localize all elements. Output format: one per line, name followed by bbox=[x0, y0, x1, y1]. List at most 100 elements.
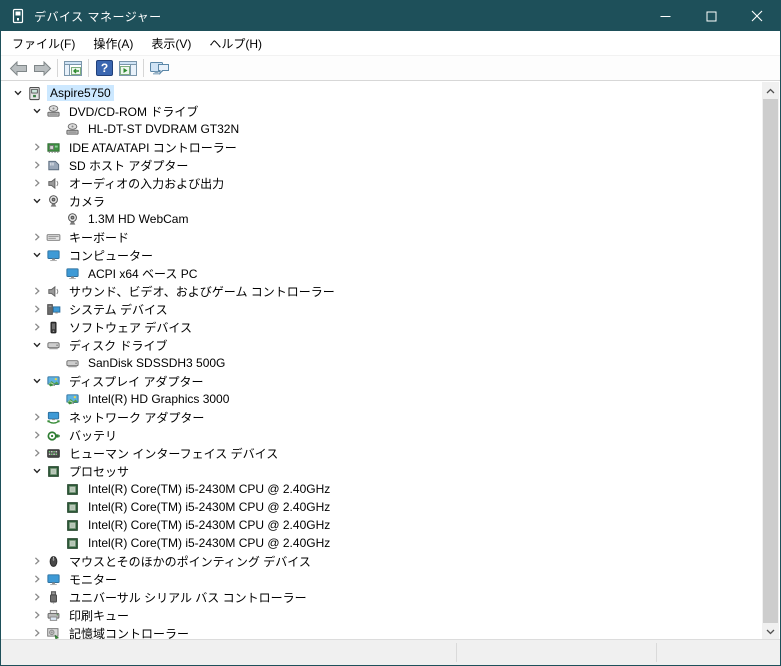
tree-row[interactable]: Aspire5750 bbox=[1, 84, 780, 102]
tree-item-label[interactable]: ディスク ドライブ bbox=[66, 336, 171, 355]
forward-icon[interactable] bbox=[30, 57, 54, 79]
chevron-expanded-icon[interactable] bbox=[28, 246, 46, 264]
chevron-collapsed-icon[interactable] bbox=[28, 570, 46, 588]
chevron-collapsed-icon[interactable] bbox=[28, 174, 46, 192]
chevron-collapsed-icon[interactable] bbox=[28, 408, 46, 426]
tree-item-label[interactable]: バッテリ bbox=[66, 426, 120, 445]
tree-item-label[interactable]: プロセッサ bbox=[66, 462, 132, 481]
show-hide-console-tree-icon[interactable] bbox=[61, 57, 85, 79]
chevron-expanded-icon[interactable] bbox=[28, 462, 46, 480]
back-icon[interactable] bbox=[6, 57, 30, 79]
chevron-expanded-icon[interactable] bbox=[28, 102, 46, 120]
tree-item-label[interactable]: ACPI x64 ベース PC bbox=[85, 264, 200, 283]
tree-row[interactable]: Intel(R) HD Graphics 3000 bbox=[1, 390, 780, 408]
chevron-collapsed-icon[interactable] bbox=[28, 318, 46, 336]
chevron-expanded-icon[interactable] bbox=[9, 84, 27, 102]
tree-item-label[interactable]: Intel(R) Core(TM) i5-2430M CPU @ 2.40GHz bbox=[85, 481, 333, 497]
tree-row[interactable]: Intel(R) Core(TM) i5-2430M CPU @ 2.40GHz bbox=[1, 516, 780, 534]
tree-row[interactable]: ACPI x64 ベース PC bbox=[1, 264, 780, 282]
tree-item-label[interactable]: サウンド、ビデオ、およびゲーム コントローラー bbox=[66, 282, 338, 301]
tree-item-label[interactable]: Intel(R) Core(TM) i5-2430M CPU @ 2.40GHz bbox=[85, 535, 333, 551]
tree-row[interactable]: カメラ bbox=[1, 192, 780, 210]
tree-item-label[interactable]: モニター bbox=[66, 570, 120, 589]
tree-row[interactable]: ネットワーク アダプター bbox=[1, 408, 780, 426]
tree-item-label[interactable]: DVD/CD-ROM ドライブ bbox=[66, 102, 201, 121]
chevron-collapsed-icon[interactable] bbox=[28, 624, 46, 639]
tree-row[interactable]: ソフトウェア デバイス bbox=[1, 318, 780, 336]
tree-row[interactable]: サウンド、ビデオ、およびゲーム コントローラー bbox=[1, 282, 780, 300]
tree-item-label[interactable]: オーディオの入力および出力 bbox=[66, 174, 227, 193]
tree-row[interactable]: Intel(R) Core(TM) i5-2430M CPU @ 2.40GHz bbox=[1, 480, 780, 498]
tree-item-label[interactable]: 印刷キュー bbox=[66, 606, 132, 625]
tree-row[interactable]: ディスク ドライブ bbox=[1, 336, 780, 354]
tree-item-label[interactable]: ネットワーク アダプター bbox=[66, 408, 207, 427]
tree-item-label[interactable]: マウスとそのほかのポインティング デバイス bbox=[66, 552, 314, 571]
tree-row[interactable]: Intel(R) Core(TM) i5-2430M CPU @ 2.40GHz bbox=[1, 534, 780, 552]
tree-row[interactable]: SD ホスト アダプター bbox=[1, 156, 780, 174]
tree-row[interactable]: マウスとそのほかのポインティング デバイス bbox=[1, 552, 780, 570]
tree-row[interactable]: ヒューマン インターフェイス デバイス bbox=[1, 444, 780, 462]
chevron-collapsed-icon[interactable] bbox=[28, 138, 46, 156]
tree-item-label[interactable]: システム デバイス bbox=[66, 300, 171, 319]
minimize-button[interactable] bbox=[642, 1, 688, 31]
tree-row[interactable]: ディスプレイ アダプター bbox=[1, 372, 780, 390]
help-icon[interactable]: ? bbox=[92, 57, 116, 79]
tree-row[interactable]: システム デバイス bbox=[1, 300, 780, 318]
menu-help[interactable]: ヘルプ(H) bbox=[200, 31, 271, 56]
menu-file[interactable]: ファイル(F) bbox=[3, 31, 84, 56]
tree-item-label[interactable]: Intel(R) HD Graphics 3000 bbox=[85, 391, 232, 407]
close-button[interactable] bbox=[734, 1, 780, 31]
chevron-collapsed-icon[interactable] bbox=[28, 228, 46, 246]
menu-action[interactable]: 操作(A) bbox=[84, 31, 142, 56]
tree-row[interactable]: 印刷キュー bbox=[1, 606, 780, 624]
chevron-collapsed-icon[interactable] bbox=[28, 300, 46, 318]
chevron-collapsed-icon[interactable] bbox=[28, 552, 46, 570]
tree-row[interactable]: HL-DT-ST DVDRAM GT32N bbox=[1, 120, 780, 138]
chevron-expanded-icon[interactable] bbox=[28, 336, 46, 354]
tree-item-label[interactable]: ディスプレイ アダプター bbox=[66, 372, 207, 391]
scroll-up-icon[interactable] bbox=[762, 82, 779, 99]
tree-row[interactable]: コンピューター bbox=[1, 246, 780, 264]
tree-item-label[interactable]: HL-DT-ST DVDRAM GT32N bbox=[85, 121, 242, 137]
tree-item-label[interactable]: 1.3M HD WebCam bbox=[85, 211, 191, 227]
tree-row[interactable]: 記憶域コントローラー bbox=[1, 624, 780, 639]
tree-item-label[interactable]: ヒューマン インターフェイス デバイス bbox=[66, 444, 281, 463]
tree-row[interactable]: SanDisk SDSSDH3 500G bbox=[1, 354, 780, 372]
scrollbar-thumb[interactable] bbox=[763, 99, 778, 623]
scan-hardware-changes-icon[interactable] bbox=[147, 57, 171, 79]
tree-item-label[interactable]: キーボード bbox=[66, 228, 132, 247]
action-pane-icon[interactable] bbox=[116, 57, 140, 79]
tree-row[interactable]: オーディオの入力および出力 bbox=[1, 174, 780, 192]
tree-item-label[interactable]: ユニバーサル シリアル バス コントローラー bbox=[66, 588, 310, 607]
chevron-collapsed-icon[interactable] bbox=[28, 606, 46, 624]
tree-row[interactable]: ユニバーサル シリアル バス コントローラー bbox=[1, 588, 780, 606]
tree-row[interactable]: キーボード bbox=[1, 228, 780, 246]
tree-item-label[interactable]: SD ホスト アダプター bbox=[66, 156, 191, 175]
chevron-collapsed-icon[interactable] bbox=[28, 282, 46, 300]
tree-row[interactable]: 1.3M HD WebCam bbox=[1, 210, 780, 228]
vertical-scrollbar[interactable] bbox=[762, 82, 779, 640]
chevron-collapsed-icon[interactable] bbox=[28, 444, 46, 462]
maximize-button[interactable] bbox=[688, 1, 734, 31]
scroll-down-icon[interactable] bbox=[762, 623, 779, 640]
tree-item-label[interactable]: コンピューター bbox=[66, 246, 156, 265]
chevron-expanded-icon[interactable] bbox=[28, 372, 46, 390]
tree-item-label[interactable]: SanDisk SDSSDH3 500G bbox=[85, 355, 228, 371]
menu-view[interactable]: 表示(V) bbox=[142, 31, 200, 56]
tree-item-label[interactable]: ソフトウェア デバイス bbox=[66, 318, 195, 337]
chevron-collapsed-icon[interactable] bbox=[28, 156, 46, 174]
tree-row[interactable]: IDE ATA/ATAPI コントローラー bbox=[1, 138, 780, 156]
tree-row[interactable]: バッテリ bbox=[1, 426, 780, 444]
tree-row[interactable]: DVD/CD-ROM ドライブ bbox=[1, 102, 780, 120]
tree-item-label[interactable]: Aspire5750 bbox=[47, 85, 114, 101]
chevron-collapsed-icon[interactable] bbox=[28, 426, 46, 444]
tree-item-label[interactable]: カメラ bbox=[66, 192, 108, 211]
tree-row[interactable]: モニター bbox=[1, 570, 780, 588]
tree-item-label[interactable]: Intel(R) Core(TM) i5-2430M CPU @ 2.40GHz bbox=[85, 517, 333, 533]
tree-row[interactable]: プロセッサ bbox=[1, 462, 780, 480]
tree-item-label[interactable]: Intel(R) Core(TM) i5-2430M CPU @ 2.40GHz bbox=[85, 499, 333, 515]
chevron-collapsed-icon[interactable] bbox=[28, 588, 46, 606]
chevron-expanded-icon[interactable] bbox=[28, 192, 46, 210]
tree-item-label[interactable]: 記憶域コントローラー bbox=[66, 624, 192, 640]
tree-item-label[interactable]: IDE ATA/ATAPI コントローラー bbox=[66, 138, 240, 157]
